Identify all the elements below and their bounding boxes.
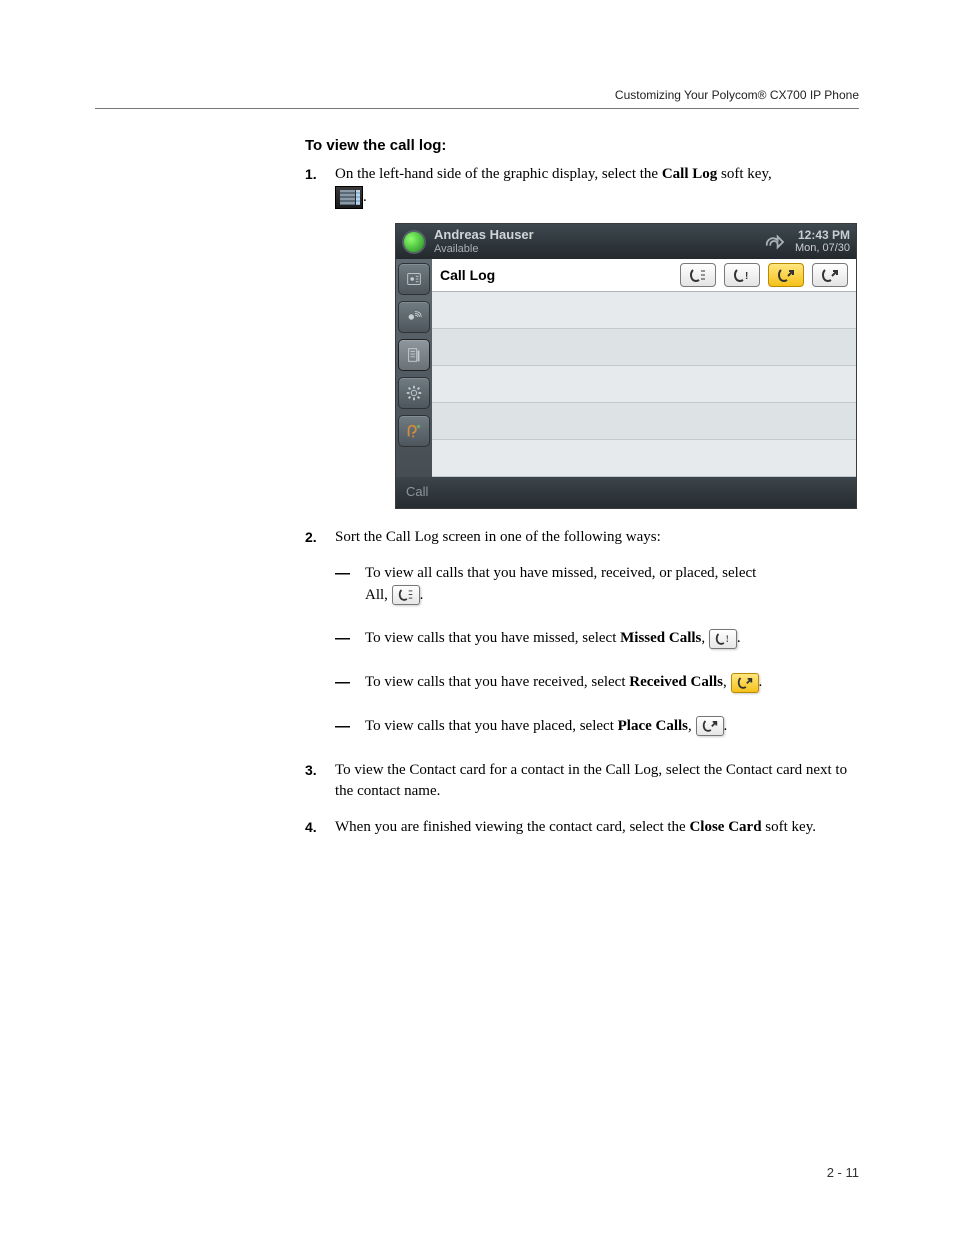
step-3-text: To view the Contact card for a contact i… (335, 762, 847, 800)
screenshot-sidebar (396, 259, 432, 477)
filter-received-icon (768, 263, 804, 287)
placed-calls-icon (696, 716, 724, 736)
step-2: 2. Sort the Call Log screen in one of th… (305, 527, 859, 738)
sub-item-placed: To view calls that you have placed, sele… (335, 716, 859, 738)
clock-time: 12:43 PM (795, 228, 850, 242)
presence-indicator-icon (402, 230, 426, 254)
step-1-text-pre: On the left-hand side of the graphic dis… (335, 166, 662, 182)
list-row (432, 403, 856, 440)
screenshot-title-bar: Call Log ! (432, 259, 856, 292)
filter-all-icon (680, 263, 716, 287)
softkey-call-label: Call (406, 484, 428, 499)
step-3: 3. To view the Contact card for a contac… (305, 760, 859, 804)
filter-placed-icon (812, 263, 848, 287)
sidebar-call-log-icon (398, 339, 430, 371)
page-number: 2 - 11 (827, 1165, 859, 1180)
step-4: 4. When you are finished viewing the con… (305, 817, 859, 839)
call-log-softkey-icon (335, 186, 363, 209)
svg-text:!: ! (726, 634, 729, 644)
list-row (432, 329, 856, 366)
main-content: To view the call log: 1. On the left-han… (305, 137, 859, 839)
clock-date: Mon, 07/30 (795, 242, 850, 255)
call-log-rows (432, 292, 856, 477)
screenshot-header: Andreas Hauser Available 12:43 PM Mon, 0… (396, 224, 856, 260)
screenshot-footer: Call (396, 477, 856, 508)
list-row (432, 292, 856, 329)
sub-item-missed: To view calls that you have missed, sele… (335, 628, 859, 650)
sidebar-contacts-icon (398, 263, 430, 295)
step-number: 3. (305, 760, 317, 780)
step-number: 4. (305, 817, 317, 837)
phone-screenshot: Andreas Hauser Available 12:43 PM Mon, 0… (395, 223, 857, 509)
sidebar-settings-icon (398, 377, 430, 409)
section-heading: To view the call log: (305, 137, 859, 154)
step-number: 1. (305, 164, 317, 184)
step-1: 1. On the left-hand side of the graphic … (305, 164, 859, 509)
sub-item-all: To view all calls that you have missed, … (335, 563, 859, 607)
step-4-text-post: soft key. (762, 819, 816, 835)
missed-calls-icon: ! (709, 629, 737, 649)
step-number: 2. (305, 527, 317, 547)
filter-missed-icon: ! (724, 263, 760, 287)
all-calls-icon (392, 585, 420, 605)
step-2-text: Sort the Call Log screen in one of the f… (335, 529, 661, 545)
user-presence-text: Available (434, 243, 763, 255)
step-1-text-bold: Call Log (662, 166, 717, 182)
step-4-text-bold: Close Card (689, 819, 761, 835)
running-header: Customizing Your Polycom® CX700 IP Phone (95, 88, 859, 102)
forward-icon (763, 233, 785, 251)
list-row (432, 366, 856, 403)
sidebar-help-icon (398, 415, 430, 447)
step-1-text-post: soft key, (717, 166, 771, 182)
screenshot-title: Call Log (440, 265, 672, 285)
received-calls-icon (731, 673, 759, 693)
step-4-text-pre: When you are finished viewing the contac… (335, 819, 689, 835)
sidebar-voicemail-icon (398, 301, 430, 333)
header-rule (95, 108, 859, 109)
svg-text:!: ! (745, 271, 748, 282)
sub-item-received: To view calls that you have received, se… (335, 672, 859, 694)
user-name: Andreas Hauser (434, 228, 763, 242)
list-row (432, 440, 856, 477)
